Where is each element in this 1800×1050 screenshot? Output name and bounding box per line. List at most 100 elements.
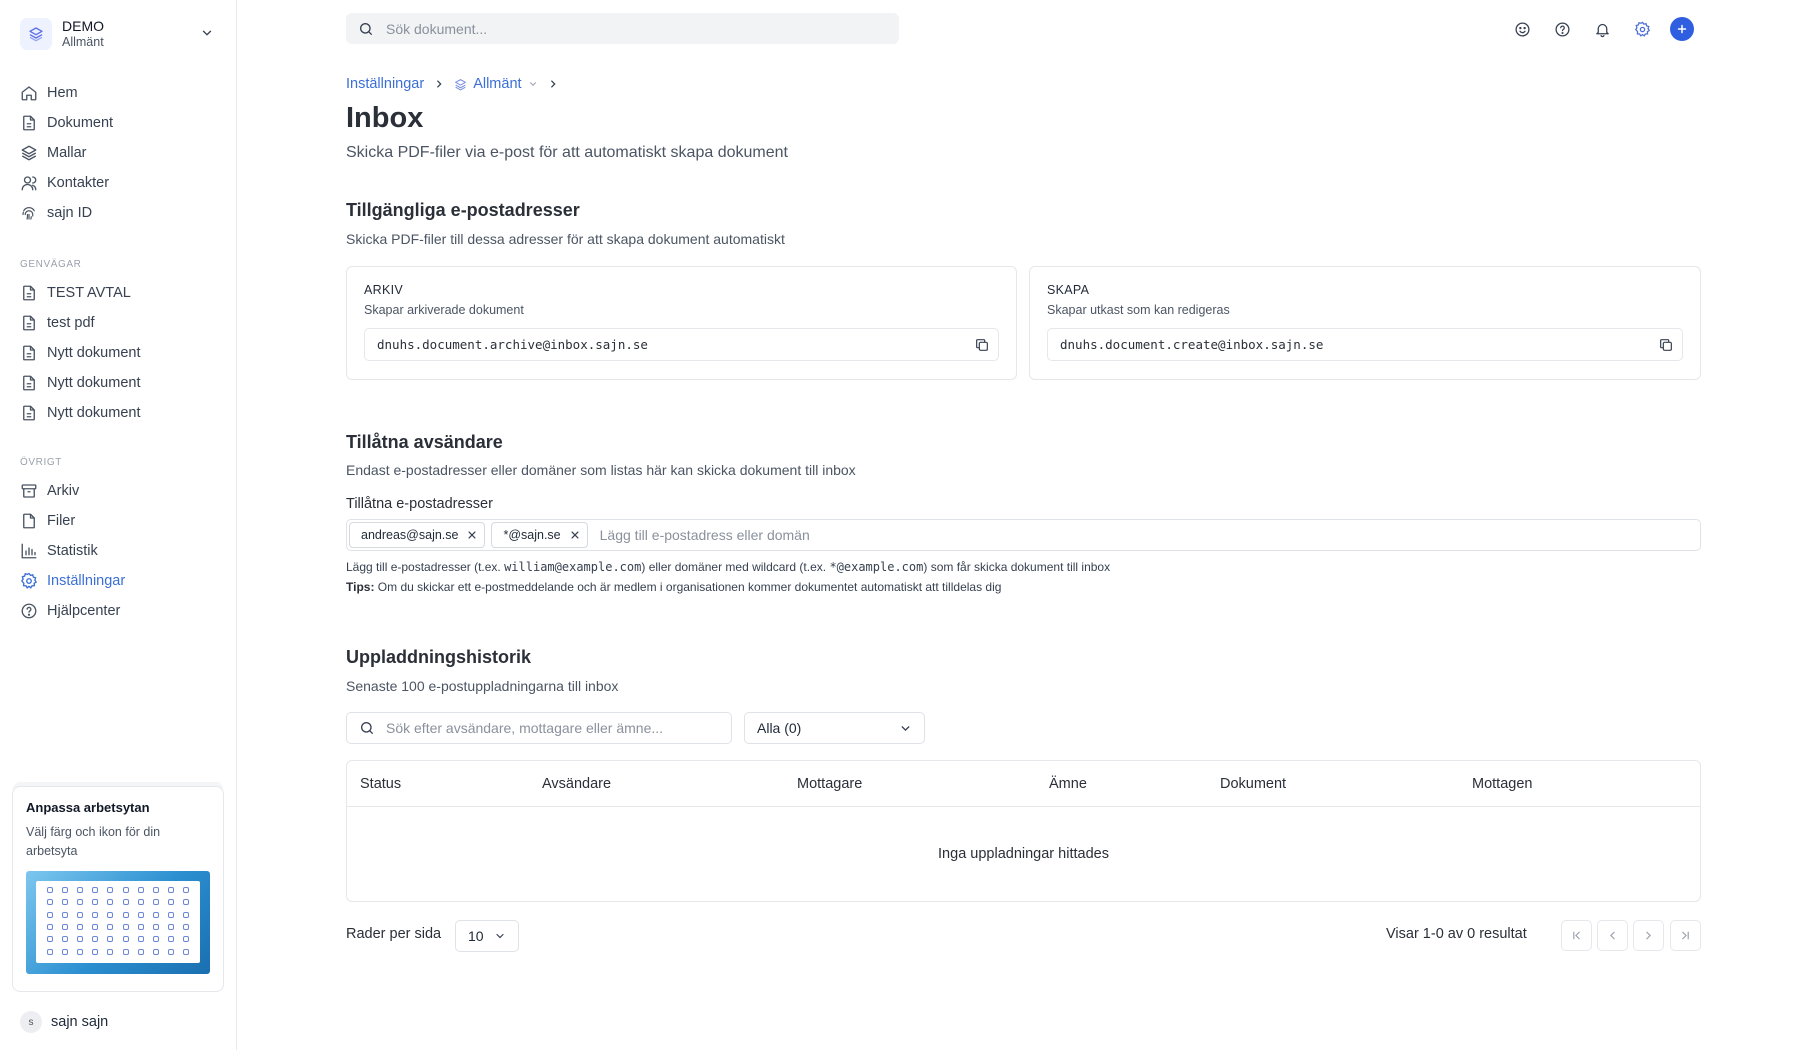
nav-item-sajn-id[interactable]: sajn ID: [20, 198, 220, 228]
shortcut-item[interactable]: TEST AVTAL: [20, 278, 220, 308]
copy-icon[interactable]: [974, 337, 990, 353]
allowed-emails-input[interactable]: andreas@sajn.se *@sajn.se Lägg till e-po…: [346, 519, 1701, 551]
next-page-icon[interactable]: [1633, 920, 1664, 951]
breadcrumb: Inställningar Allmänt: [346, 76, 568, 92]
mini-icon: [183, 936, 190, 943]
empty-state: Inga uppladningar hittades: [938, 846, 1109, 862]
shortcut-item[interactable]: test pdf: [20, 308, 220, 338]
nav-label: Statistik: [47, 543, 98, 559]
copy-icon[interactable]: [1658, 337, 1674, 353]
mini-icon: [168, 911, 175, 918]
mini-icon: [61, 923, 68, 930]
nav-item-statistics[interactable]: Statistik: [20, 536, 220, 566]
mini-icon: [61, 887, 68, 893]
section-title-history: Uppladdningshistorik: [346, 647, 532, 667]
close-icon[interactable]: [467, 530, 477, 540]
address-label: ARKIV: [364, 283, 404, 297]
previous-page-icon[interactable]: [1597, 920, 1628, 951]
rows-per-page-select[interactable]: 10: [455, 920, 519, 952]
archive-email-field: dnuhs.document.archive@inbox.sajn.se: [364, 328, 999, 361]
mini-icon: [92, 887, 99, 893]
mini-icon: [107, 923, 114, 930]
column-header[interactable]: Status: [360, 761, 401, 807]
nav-item-files[interactable]: Filer: [20, 506, 220, 536]
address-sub: Skapar arkiverade dokument: [364, 303, 524, 317]
nav-item-archive[interactable]: Arkiv: [20, 476, 220, 506]
mini-icon: [168, 948, 175, 955]
gear-icon[interactable]: [1630, 17, 1654, 41]
user-menu[interactable]: s sajn sajn: [20, 1011, 108, 1033]
mini-icon: [168, 899, 175, 906]
avatar: s: [20, 1011, 42, 1033]
chevron-right-icon: [434, 79, 444, 89]
mini-icon: [137, 923, 144, 930]
nav-item-settings[interactable]: Inställningar: [20, 566, 220, 596]
column-header[interactable]: Avsändare: [542, 761, 611, 807]
nav-item-documents[interactable]: Dokument: [20, 108, 220, 138]
mini-icon: [92, 923, 99, 930]
column-header[interactable]: Mottagen: [1472, 761, 1532, 807]
fingerprint-icon: [20, 204, 38, 222]
shortcut-item[interactable]: Nytt dokument: [20, 368, 220, 398]
allowed-emails-label: Tillåtna e-postadresser: [346, 496, 493, 512]
column-header[interactable]: Mottagare: [797, 761, 862, 807]
shortcut-item[interactable]: Nytt dokument: [20, 338, 220, 368]
mini-icon: [46, 923, 53, 930]
mini-icon: [137, 899, 144, 906]
nav-label: Filer: [47, 513, 76, 529]
column-header[interactable]: Dokument: [1220, 761, 1286, 807]
nav-item-contacts[interactable]: Kontakter: [20, 168, 220, 198]
create-address-card: SKAPA Skapar utkast som kan redigeras dn…: [1029, 266, 1701, 380]
chevron-down-icon[interactable]: [528, 79, 538, 89]
email-value: dnuhs.document.create@inbox.sajn.se: [1060, 337, 1324, 352]
chart-icon: [20, 542, 38, 560]
workspace-switcher[interactable]: DEMO Allmänt: [20, 16, 220, 52]
archive-address-card: ARKIV Skapar arkiverade dokument dnuhs.d…: [346, 266, 1017, 380]
help-icon[interactable]: [1550, 17, 1574, 41]
page-subtitle: Skicka PDF-filer via e-post för att auto…: [346, 144, 788, 161]
document-icon: [20, 404, 38, 422]
create-email-field: dnuhs.document.create@inbox.sajn.se: [1047, 328, 1683, 361]
column-header[interactable]: Ämne: [1049, 761, 1087, 807]
help-icon: [20, 602, 38, 620]
shortcut-label: Nytt dokument: [47, 345, 141, 361]
shortcut-label: test pdf: [47, 315, 95, 331]
mini-icon: [46, 887, 53, 893]
mini-icon: [61, 936, 68, 943]
shortcut-item[interactable]: Nytt dokument: [20, 398, 220, 428]
mini-icon: [168, 936, 175, 943]
senders-tip: Tips: Om du skickar ett e-postmeddelande…: [346, 580, 1002, 594]
mini-icon: [122, 887, 129, 893]
workspace-layers-icon: [454, 78, 467, 91]
gear-icon: [20, 572, 38, 590]
main-nav: Hem Dokument Mallar Kontakter sajn ID: [20, 78, 220, 228]
smiley-icon[interactable]: [1510, 17, 1534, 41]
mini-icon: [92, 899, 99, 906]
close-icon[interactable]: [570, 530, 580, 540]
mini-icon: [152, 923, 159, 930]
topbar-actions: [1510, 17, 1694, 41]
search-placeholder: Sök efter avsändare, mottagare eller ämn…: [386, 720, 664, 736]
mini-icon: [76, 948, 83, 955]
global-search-input[interactable]: Sök dokument...: [346, 13, 899, 44]
bell-icon[interactable]: [1590, 17, 1614, 41]
nav-label: Inställningar: [47, 573, 126, 589]
mini-icon: [46, 899, 53, 906]
icon-grid-illustration: [26, 871, 210, 974]
mini-icon: [152, 936, 159, 943]
table-header: Status Avsändare Mottagare Ämne Dokument…: [347, 761, 1700, 807]
breadcrumb-settings[interactable]: Inställningar: [346, 76, 424, 92]
last-page-icon[interactable]: [1670, 920, 1701, 951]
nav-item-templates[interactable]: Mallar: [20, 138, 220, 168]
customize-workspace-card[interactable]: Anpassa arbetsytan Välj färg och ikon fö…: [12, 786, 224, 992]
mini-icon: [92, 911, 99, 918]
history-search-input[interactable]: Sök efter avsändare, mottagare eller ämn…: [346, 712, 732, 744]
user-name: sajn sajn: [51, 1014, 109, 1030]
nav-item-help[interactable]: Hjälpcenter: [20, 596, 220, 626]
nav-item-home[interactable]: Hem: [20, 78, 220, 108]
plus-icon[interactable]: [1670, 17, 1694, 41]
mini-icon: [107, 911, 114, 918]
status-filter-select[interactable]: Alla (0): [744, 712, 925, 744]
breadcrumb-workspace[interactable]: Allmänt: [473, 76, 521, 92]
first-page-icon[interactable]: [1561, 920, 1592, 951]
